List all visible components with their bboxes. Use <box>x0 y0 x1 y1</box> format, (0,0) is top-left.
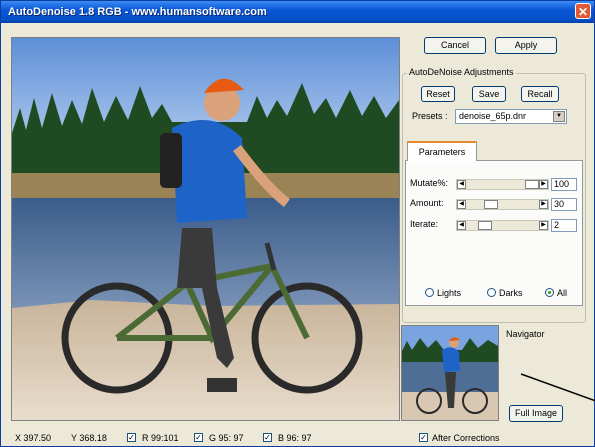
slider-right-arrow-icon[interactable]: ▶ <box>539 221 548 230</box>
parameter-slider[interactable]: ◀ ▶ <box>456 220 549 231</box>
slider-thumb[interactable] <box>478 221 492 230</box>
slider-right-arrow-icon[interactable]: ▶ <box>539 180 548 189</box>
parameter-label: Amount: <box>410 198 444 208</box>
darks-label: Darks <box>499 288 523 298</box>
resize-pointer-line <box>520 373 595 402</box>
x-coordinate: X 397.50 <box>15 433 52 443</box>
red-channel-value: R 99:101 <box>142 433 179 443</box>
presets-dropdown[interactable]: denoise_65p.dnr ▼ <box>455 109 567 124</box>
after-corrections-checkbox[interactable]: ✓ <box>419 433 428 442</box>
green-channel-value: G 95: 97 <box>209 433 244 443</box>
red-channel-checkbox[interactable]: ✓ <box>127 433 136 442</box>
parameter-value-field[interactable]: 100 <box>551 178 577 191</box>
darks-radio[interactable] <box>487 288 496 297</box>
apply-button[interactable]: Apply <box>495 37 557 54</box>
slider-left-arrow-icon[interactable]: ◀ <box>457 200 466 209</box>
save-button[interactable]: Save <box>472 86 506 102</box>
slider-thumb[interactable] <box>525 180 539 189</box>
parameter-label: Mutate%: <box>410 178 449 188</box>
lights-label: Lights <box>437 288 462 298</box>
slider-left-arrow-icon[interactable]: ◀ <box>457 180 466 189</box>
window-title: AutoDenoise 1.8 RGB - www.humansoftware.… <box>8 6 267 18</box>
blue-channel-checkbox[interactable]: ✓ <box>263 433 272 442</box>
lights-radio[interactable] <box>425 288 434 297</box>
slider-thumb[interactable] <box>484 200 498 209</box>
after-corrections-label: After Corrections <box>432 433 500 443</box>
all-radio[interactable] <box>545 288 554 297</box>
presets-value: denoise_65p.dnr <box>459 111 527 121</box>
reset-button[interactable]: Reset <box>421 86 455 102</box>
close-icon[interactable]: ✕ <box>575 3 591 19</box>
parameter-slider[interactable]: ◀ ▶ <box>456 179 549 190</box>
y-coordinate: Y 368.18 <box>71 433 107 443</box>
full-image-button[interactable]: Full Image <box>509 405 563 422</box>
title-bar[interactable]: AutoDenoise 1.8 RGB - www.humansoftware.… <box>1 1 594 23</box>
tab-parameters[interactable]: Parameters <box>407 141 477 161</box>
blue-channel-value: B 96: 97 <box>278 433 312 443</box>
slider-left-arrow-icon[interactable]: ◀ <box>457 221 466 230</box>
adjustments-group-label: AutoDeNoise Adjustments <box>407 67 516 77</box>
image-preview[interactable] <box>11 37 400 421</box>
slider-right-arrow-icon[interactable]: ▶ <box>539 200 548 209</box>
recall-button[interactable]: Recall <box>521 86 559 102</box>
presets-label: Presets : <box>412 111 448 121</box>
all-label: All <box>557 288 568 298</box>
parameter-slider[interactable]: ◀ ▶ <box>456 199 549 210</box>
parameter-value-field[interactable]: 2 <box>551 219 577 232</box>
cancel-button[interactable]: Cancel <box>424 37 486 54</box>
parameter-value-field[interactable]: 30 <box>551 198 577 211</box>
green-channel-checkbox[interactable]: ✓ <box>194 433 203 442</box>
dropdown-arrow-icon[interactable]: ▼ <box>553 111 565 122</box>
navigator-label: Navigator <box>506 329 545 339</box>
navigator-thumbnail[interactable] <box>401 325 499 421</box>
autodenoise-window: AutoDenoise 1.8 RGB - www.humansoftware.… <box>0 0 595 447</box>
parameter-label: Iterate: <box>410 219 439 229</box>
